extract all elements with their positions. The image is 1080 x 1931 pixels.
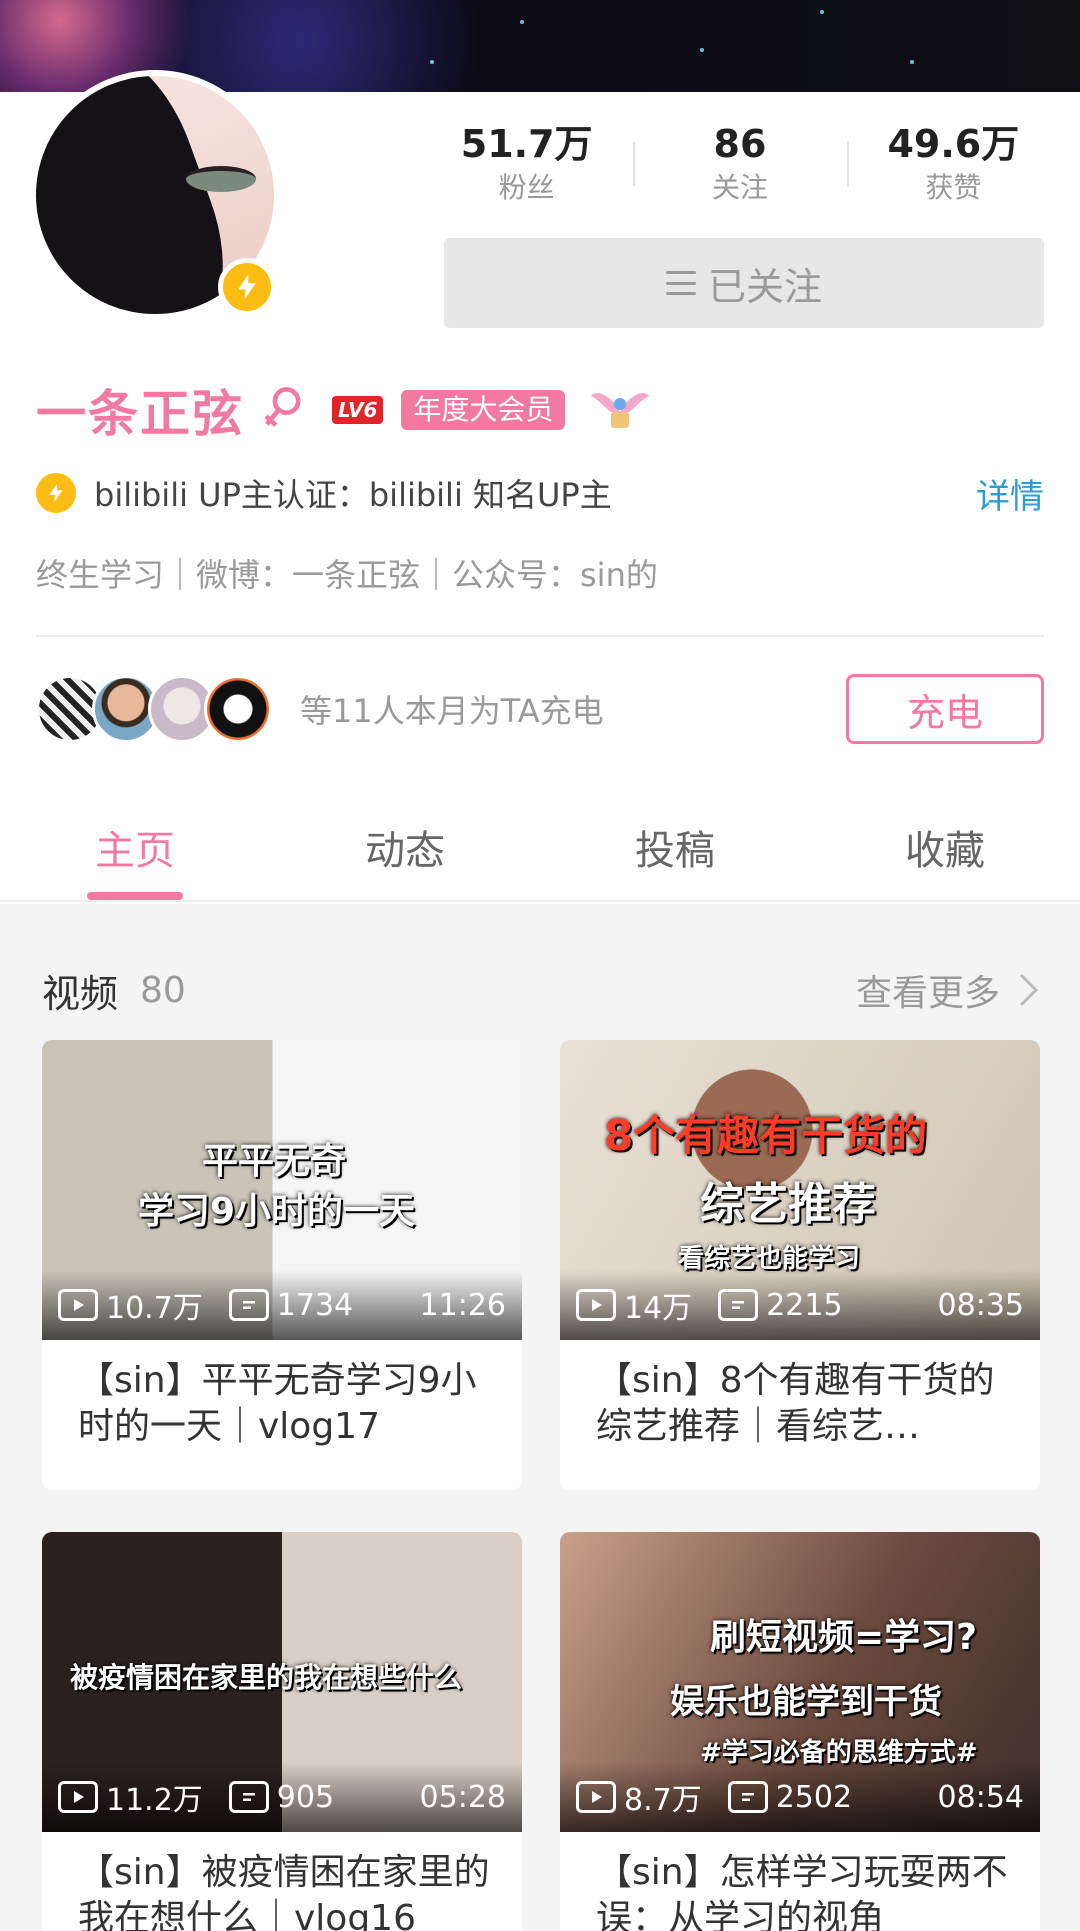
stat-following[interactable]: 86 关注 xyxy=(633,120,846,208)
stat-value: 51.7万 xyxy=(460,122,593,166)
tab-home[interactable]: 主页 xyxy=(0,790,270,900)
section-count: 80 xyxy=(140,969,186,1011)
stat-value: 86 xyxy=(713,122,767,166)
signature: 终生学习｜微博：一条正弦｜公众号：sin的 xyxy=(36,556,658,594)
stat-label: 获赞 xyxy=(925,171,982,204)
certification-text: bilibili UP主认证：bilibili 知名UP主 xyxy=(94,476,612,514)
certification-bolt-icon xyxy=(36,473,76,513)
thumbnail-caption: 8个有趣有干货的 xyxy=(604,1111,928,1160)
followed-button[interactable]: 已关注 xyxy=(444,238,1044,328)
stat-label: 关注 xyxy=(711,171,768,204)
duration: 11:26 xyxy=(419,1287,506,1323)
thumbnail-caption: 被疫情困在家里的我在想些什么 xyxy=(70,1661,463,1694)
thumbnail-caption: 综艺推荐 xyxy=(700,1179,876,1230)
view-count: 14万 xyxy=(624,1291,693,1326)
video-card[interactable]: 刷短视频=学习? 娱乐也能学到干货 #学习必备的思维方式# 8.7万 2502 … xyxy=(560,1532,1040,1931)
name-row: 一条正弦 LV6 年度大会员 xyxy=(36,375,651,445)
video-stats: 8.7万 2502 08:54 xyxy=(560,1762,1040,1832)
video-thumbnail[interactable]: 8个有趣有干货的 综艺推荐 看综艺也能学习 14万 2215 08:35 xyxy=(560,1040,1040,1340)
play-icon xyxy=(58,1781,98,1813)
play-icon xyxy=(58,1289,98,1321)
video-title[interactable]: 【sin】怎样学习玩耍两不误：从学习的视角 xyxy=(560,1832,1040,1931)
video-thumbnail[interactable]: 平平无奇 学习9小时的一天 10.7万 1734 11:26 xyxy=(42,1040,522,1340)
username: 一条正弦 xyxy=(36,385,244,443)
charge-row: 等11人本月为TA充电 充电 xyxy=(36,672,1044,746)
video-title[interactable]: 【sin】被疫情困在家里的我在想什么｜vlog16 xyxy=(42,1832,522,1931)
stat-value: 49.6万 xyxy=(887,122,1020,166)
thumbnail-caption: 刷短视频=学习? xyxy=(710,1617,978,1658)
danmaku-icon xyxy=(727,1781,768,1813)
danmaku-count: 905 xyxy=(276,1779,335,1815)
tab-favorites[interactable]: 收藏 xyxy=(810,790,1080,900)
danmaku-icon xyxy=(718,1289,759,1321)
certification-row: bilibili UP主认证：bilibili 知名UP主 详情 xyxy=(36,468,1044,518)
home-content: 视频 80 查看更多 平平无奇 学习9小时的一天 10.7万 1734 11:2… xyxy=(0,904,1080,1931)
stat-likes[interactable]: 49.6万 获赞 xyxy=(846,120,1060,208)
danmaku-icon xyxy=(228,1289,269,1321)
vip-badge[interactable]: 年度大会员 xyxy=(401,390,566,430)
charge-text[interactable]: 等11人本月为TA充电 xyxy=(300,686,846,732)
video-title[interactable]: 【sin】8个有趣有干货的综艺推荐｜看综艺… xyxy=(560,1340,1040,1490)
thumbnail-caption: 娱乐也能学到干货 xyxy=(670,1682,942,1722)
view-more-link[interactable]: 查看更多 xyxy=(856,964,1000,1016)
verified-bolt-icon xyxy=(218,258,276,316)
profile-stats: 51.7万 粉丝 86 关注 49.6万 获赞 xyxy=(420,120,1060,208)
video-card[interactable]: 8个有趣有干货的 综艺推荐 看综艺也能学习 14万 2215 08:35 【si… xyxy=(560,1040,1040,1490)
play-icon xyxy=(576,1781,616,1813)
view-count: 11.2万 xyxy=(106,1783,203,1818)
duration: 08:35 xyxy=(937,1287,1024,1323)
thumbnail-caption: 平平无奇 xyxy=(202,1141,347,1182)
wing-badge-icon xyxy=(591,393,650,428)
stat-followers[interactable]: 51.7万 粉丝 xyxy=(420,120,633,208)
profile-tabs: 主页 动态 投稿 收藏 xyxy=(0,790,1080,902)
danmaku-count: 2215 xyxy=(766,1287,843,1323)
videos-section-header: 视频 80 查看更多 xyxy=(42,964,1040,1016)
danmaku-count: 2502 xyxy=(775,1779,853,1815)
danmaku-count: 1734 xyxy=(276,1287,354,1323)
female-icon xyxy=(264,387,301,427)
danmaku-icon xyxy=(228,1781,269,1813)
video-title[interactable]: 【sin】平平无奇学习9小时的一天｜vlog17 xyxy=(42,1340,522,1490)
menu-icon xyxy=(665,271,696,295)
duration: 05:28 xyxy=(419,1779,506,1815)
video-stats: 11.2万 905 05:28 xyxy=(42,1762,522,1832)
video-thumbnail[interactable]: 刷短视频=学习? 娱乐也能学到干货 #学习必备的思维方式# 8.7万 2502 … xyxy=(560,1532,1040,1832)
chevron-right-icon[interactable] xyxy=(1018,972,1040,1008)
level-badge: LV6 xyxy=(332,396,384,424)
tab-dynamic[interactable]: 动态 xyxy=(270,790,540,900)
video-thumbnail[interactable]: 被疫情困在家里的我在想些什么 11.2万 905 05:28 xyxy=(42,1532,522,1832)
video-stats: 10.7万 1734 11:26 xyxy=(42,1270,522,1340)
video-card[interactable]: 平平无奇 学习9小时的一天 10.7万 1734 11:26 【sin】平平无奇… xyxy=(42,1040,522,1490)
thumbnail-caption: 学习9小时的一天 xyxy=(138,1191,416,1232)
video-stats: 14万 2215 08:35 xyxy=(560,1270,1040,1340)
section-title: 视频 xyxy=(42,971,119,1016)
video-card[interactable]: 被疫情困在家里的我在想些什么 11.2万 905 05:28 【sin】被疫情困… xyxy=(42,1532,522,1931)
view-count: 10.7万 xyxy=(106,1291,203,1326)
stat-label: 粉丝 xyxy=(498,171,555,204)
play-icon xyxy=(576,1289,616,1321)
follow-label: 已关注 xyxy=(707,264,822,309)
view-count: 8.7万 xyxy=(624,1783,702,1818)
duration: 08:54 xyxy=(937,1779,1024,1815)
charge-button[interactable]: 充电 xyxy=(846,674,1044,744)
charger-avatar[interactable] xyxy=(204,675,272,743)
divider xyxy=(36,635,1044,637)
details-link[interactable]: 详情 xyxy=(976,469,1044,518)
tab-submissions[interactable]: 投稿 xyxy=(540,790,810,900)
